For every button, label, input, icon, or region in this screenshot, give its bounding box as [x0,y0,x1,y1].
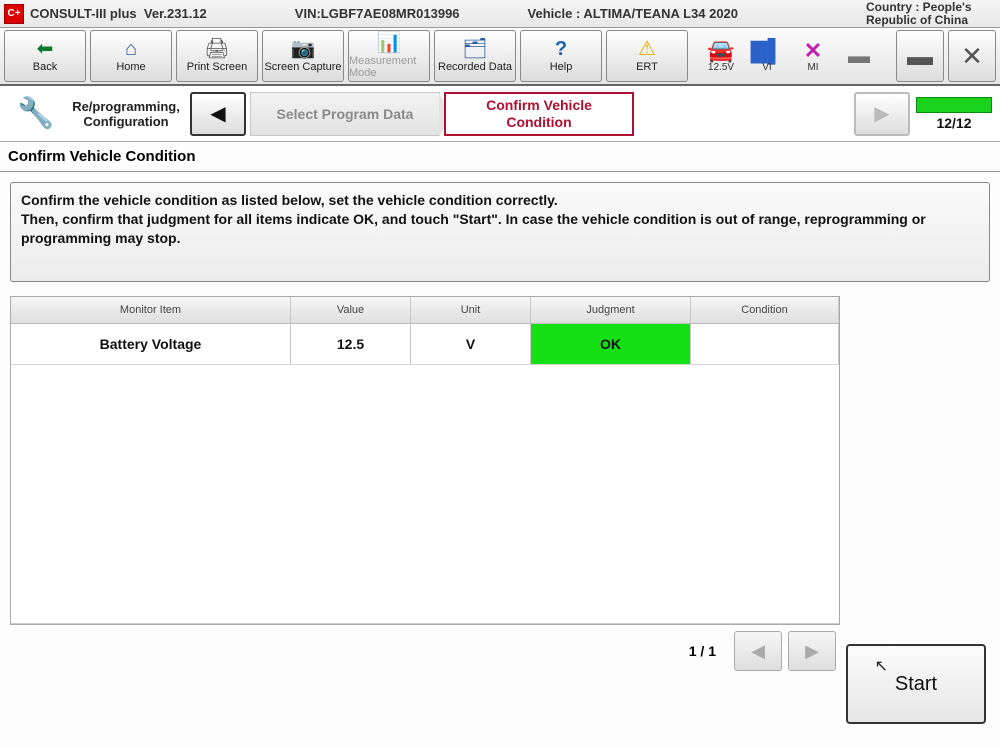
vi-label: VI [762,62,771,73]
back-button[interactable]: ⬅ Back [4,30,86,82]
warning-icon: ⚠ [638,39,656,59]
help-icon: ? [555,39,567,59]
print-screen-button[interactable]: 🖨 Print Screen [176,30,258,82]
main-content: Confirm the vehicle condition as listed … [0,172,1000,675]
step-next-button: ▶ [854,92,910,136]
car-icon: 🚘 [707,40,734,62]
close-icon: ✕ [961,41,983,72]
back-arrow-icon: ⬅ [37,39,54,59]
app-logo-icon: C+ [4,4,24,24]
pager-prev-button: ◀ [734,631,782,671]
step-prev-button[interactable]: ◀ [190,92,246,136]
minimize-button[interactable]: ▬ [896,30,944,82]
recorded-data-icon: 🗂 [462,39,487,59]
instruction-box: Confirm the vehicle condition as listed … [10,182,990,282]
back-label: Back [33,61,57,73]
voltage-status: 🚘 12.5V [698,40,744,73]
measurement-icon: 📊 [377,33,402,53]
camera-icon: 📷 [291,39,316,59]
condition-table: Monitor Item Value Unit Judgment Conditi… [10,296,840,625]
crumb-confirm-vehicle-condition: Confirm Vehicle Condition [444,92,634,136]
cell-value: 12.5 [291,324,411,364]
home-label: Home [116,61,145,73]
close-button[interactable]: ✕ [948,30,996,82]
th-condition: Condition [691,297,839,323]
th-unit: Unit [411,297,531,323]
battery-status: ▬ [836,45,882,67]
mi-label: MI [807,62,818,73]
triangle-left-icon: ◀ [210,101,225,126]
table-header: Monitor Item Value Unit Judgment Conditi… [11,297,839,324]
measurement-mode-button: 📊 Measurement Mode [348,30,430,82]
pager-next-button: ▶ [788,631,836,671]
ert-button[interactable]: ⚠ ERT [606,30,688,82]
progress-indicator: 12/12 [914,92,994,136]
title-bar: C+ CONSULT-III plus Ver.231.12 VIN:LGBF7… [0,0,1000,28]
vi-icon: ▇▌ [751,40,784,62]
crumb-select-program-data: Select Program Data [250,92,440,136]
pager-text: 1 / 1 [689,643,716,659]
status-icons-group: 🚘 12.5V ▇▌ VI ✕ MI ▬ [698,30,882,82]
recorded-label: Recorded Data [438,61,512,73]
cell-item: Battery Voltage [11,324,291,364]
triangle-right-icon: ▶ [874,101,889,126]
th-value: Value [291,297,411,323]
help-label: Help [550,61,573,73]
home-icon: ⌂ [125,39,137,59]
home-button[interactable]: ⌂ Home [90,30,172,82]
triangle-right-icon: ▶ [805,641,819,662]
th-monitor-item: Monitor Item [11,297,291,323]
progress-bar [916,97,992,113]
start-label: Start [895,673,937,696]
table-row: Battery Voltage 12.5 V OK [11,324,839,365]
crumb-current-label: Confirm Vehicle Condition [464,97,614,129]
vi-status: ▇▌ VI [744,40,790,73]
cell-judgment: OK [531,324,691,364]
measurement-label: Measurement Mode [349,55,429,79]
minimize-icon: ▬ [907,41,933,72]
step-bar: 🔧 Re/programming, Configuration ◀ Select… [0,86,1000,142]
cell-unit: V [411,324,531,364]
screen-capture-button[interactable]: 📷 Screen Capture [262,30,344,82]
recorded-data-button[interactable]: 🗂 Recorded Data [434,30,516,82]
country-display: Country : People's Republic of China [866,1,996,26]
main-toolbar: ⬅ Back ⌂ Home 🖨 Print Screen 📷 Screen Ca… [0,28,1000,86]
printer-icon: 🖨 [204,39,229,59]
capture-label: Screen Capture [264,61,341,73]
print-label: Print Screen [187,61,248,73]
ert-label: ERT [636,61,658,73]
reprogramming-icon: 🔧 [6,93,66,135]
mi-x-icon: ✕ [804,40,822,62]
cell-condition [691,324,839,364]
table-body: Battery Voltage 12.5 V OK [11,324,839,624]
mode-label: Re/programming, Configuration [66,99,186,129]
mi-status: ✕ MI [790,40,836,73]
table-pager: 1 / 1 ◀ ▶ [10,625,840,671]
vin-display: VIN:LGBF7AE08MR013996 [295,6,460,21]
app-name: CONSULT-III plus Ver.231.12 [30,6,207,21]
section-title: Confirm Vehicle Condition [0,142,1000,172]
start-button[interactable]: Start [846,644,986,724]
battery-icon: ▬ [848,45,870,67]
triangle-left-icon: ◀ [751,641,765,662]
crumb-prev-label: Select Program Data [277,106,414,122]
help-button[interactable]: ? Help [520,30,602,82]
progress-text: 12/12 [936,115,971,131]
voltage-label: 12.5V [708,62,734,73]
vehicle-display: Vehicle : ALTIMA/TEANA L34 2020 [528,6,738,21]
th-judgment: Judgment [531,297,691,323]
